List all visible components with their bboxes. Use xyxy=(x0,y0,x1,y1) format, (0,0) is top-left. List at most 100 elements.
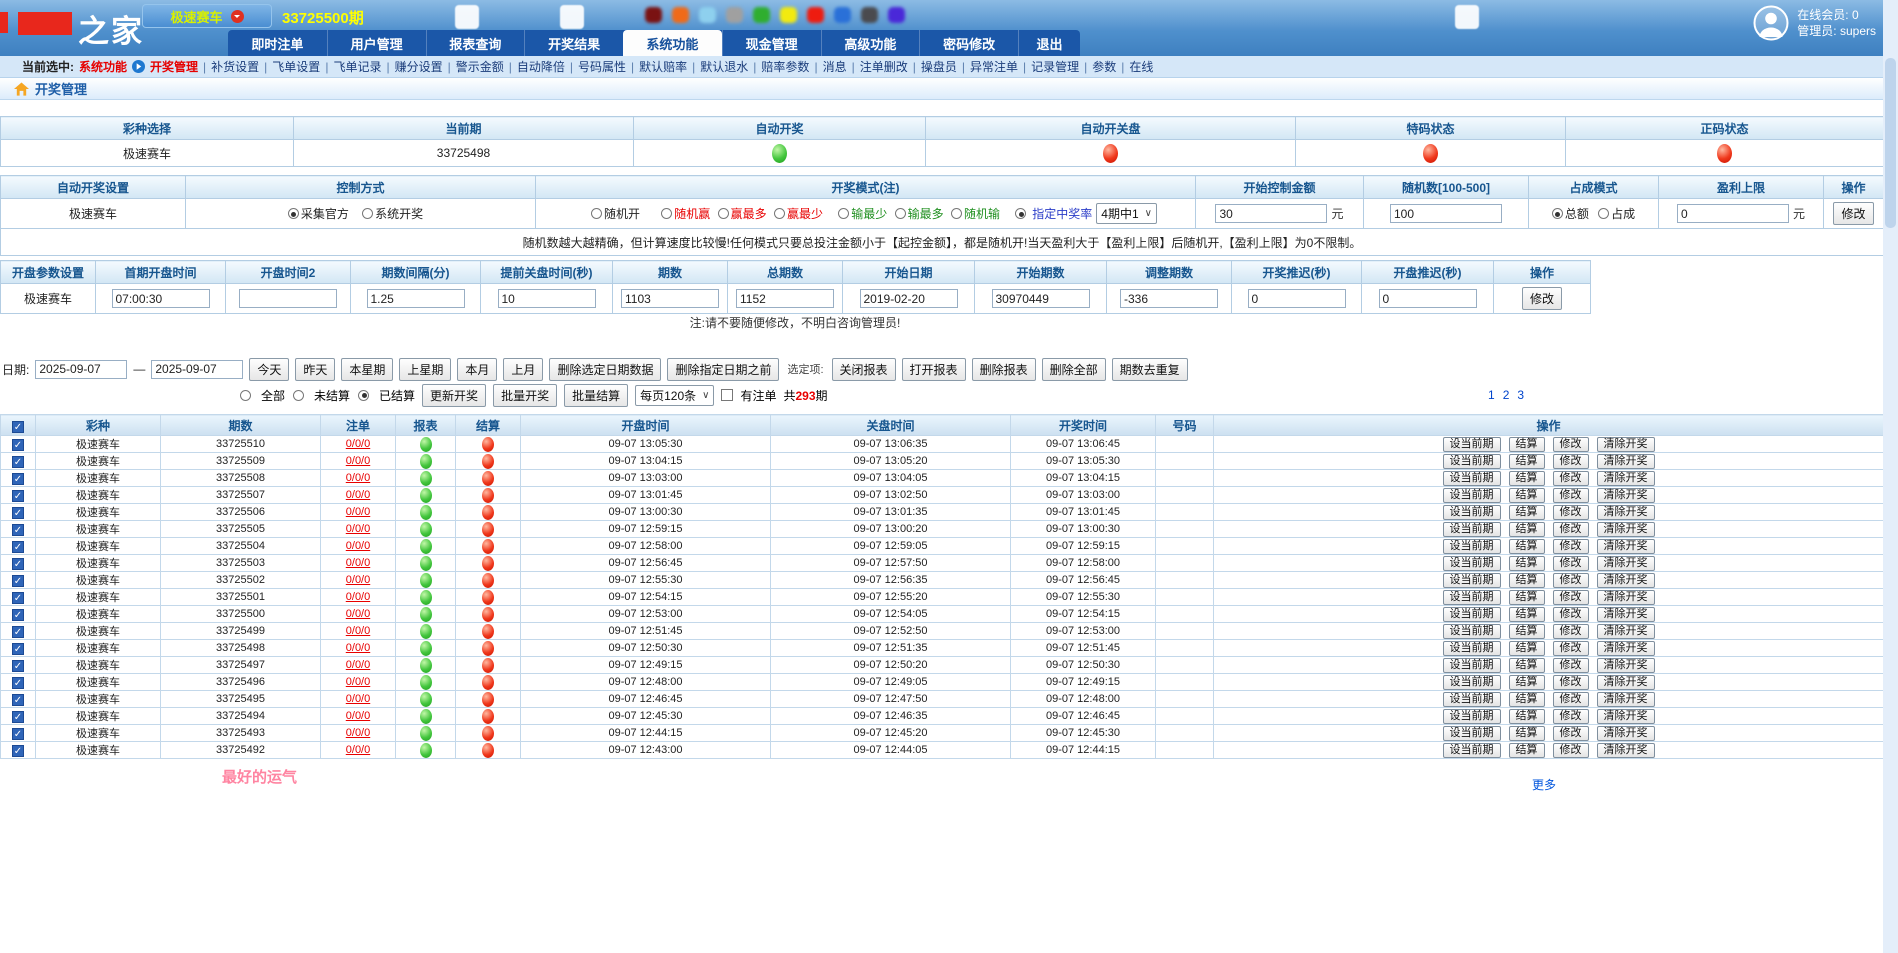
subnav-item[interactable]: 在线 xyxy=(1129,58,1153,75)
settle-status-dot[interactable] xyxy=(482,539,494,554)
radio-system-draw[interactable] xyxy=(362,208,373,219)
row-checkbox[interactable] xyxy=(12,490,24,502)
radio-lose-most[interactable] xyxy=(895,208,906,219)
nav-tab-5[interactable]: 系统功能 xyxy=(623,30,722,56)
row-action-clear-draw-button[interactable]: 清除开奖 xyxy=(1597,505,1655,520)
first-open-time-input[interactable] xyxy=(112,289,210,308)
report-status-dot[interactable] xyxy=(420,658,432,673)
subnav-item[interactable]: 异常注单 xyxy=(970,58,1018,75)
nav-tab-2[interactable]: 用户管理 xyxy=(327,30,426,56)
pre-close-input[interactable] xyxy=(498,289,596,308)
date-to-input[interactable] xyxy=(151,360,243,379)
row-action-modify-button[interactable]: 修改 xyxy=(1553,471,1589,486)
row-action-settle-button[interactable]: 结算 xyxy=(1509,675,1545,690)
report-status-dot[interactable] xyxy=(420,743,432,758)
select-all-checkbox[interactable] xyxy=(12,421,24,433)
date-quick-button-3[interactable]: 本星期 xyxy=(341,358,393,381)
row-checkbox[interactable] xyxy=(12,711,24,723)
row-action-clear-draw-button[interactable]: 清除开奖 xyxy=(1597,488,1655,503)
row-checkbox[interactable] xyxy=(12,694,24,706)
bets-link[interactable]: 0/0/0 xyxy=(346,608,370,620)
row-action-modify-button[interactable]: 修改 xyxy=(1553,539,1589,554)
subnav-item[interactable]: 飞单记录 xyxy=(333,58,381,75)
bets-link[interactable]: 0/0/0 xyxy=(346,557,370,569)
row-action-modify-button[interactable]: 修改 xyxy=(1553,624,1589,639)
more-link[interactable]: 更多 xyxy=(1532,776,1556,793)
row-action-modify-button[interactable]: 修改 xyxy=(1553,726,1589,741)
status-radio-1[interactable] xyxy=(240,390,251,401)
report-action-button-2[interactable]: 打开报表 xyxy=(902,358,966,381)
page-link-1[interactable]: 1 xyxy=(1488,388,1495,402)
draw-delay-input[interactable] xyxy=(1248,289,1346,308)
report-action-button-1[interactable]: 关闭报表 xyxy=(832,358,896,381)
bets-link[interactable]: 0/0/0 xyxy=(346,540,370,552)
row-action-clear-draw-button[interactable]: 清除开奖 xyxy=(1597,726,1655,741)
row-action-settle-button[interactable]: 结算 xyxy=(1509,743,1545,758)
settle-status-dot[interactable] xyxy=(482,505,494,520)
report-status-dot[interactable] xyxy=(420,675,432,690)
row-action-clear-draw-button[interactable]: 清除开奖 xyxy=(1597,743,1655,758)
nav-tab-7[interactable]: 高级功能 xyxy=(821,30,920,56)
row-action-set-current-button[interactable]: 设当前期 xyxy=(1443,624,1501,639)
open-time2-input[interactable] xyxy=(239,289,337,308)
bets-link[interactable]: 0/0/0 xyxy=(346,438,370,450)
row-action-modify-button[interactable]: 修改 xyxy=(1553,692,1589,707)
bets-link[interactable]: 0/0/0 xyxy=(346,625,370,637)
page-link-3[interactable]: 3 xyxy=(1517,388,1524,402)
report-status-dot[interactable] xyxy=(420,624,432,639)
settle-status-dot[interactable] xyxy=(482,454,494,469)
row-checkbox[interactable] xyxy=(12,558,24,570)
row-action-set-current-button[interactable]: 设当前期 xyxy=(1443,692,1501,707)
row-action-clear-draw-button[interactable]: 清除开奖 xyxy=(1597,607,1655,622)
row-action-clear-draw-button[interactable]: 清除开奖 xyxy=(1597,454,1655,469)
row-checkbox[interactable] xyxy=(12,456,24,468)
subnav-item[interactable]: 默认赔率 xyxy=(639,58,687,75)
row-action-settle-button[interactable]: 结算 xyxy=(1509,624,1545,639)
settle-status-dot[interactable] xyxy=(482,573,494,588)
adjust-periods-input[interactable] xyxy=(1120,289,1218,308)
report-status-dot[interactable] xyxy=(420,488,432,503)
row-action-settle-button[interactable]: 结算 xyxy=(1509,556,1545,571)
settle-status-dot[interactable] xyxy=(482,556,494,571)
row-action-set-current-button[interactable]: 设当前期 xyxy=(1443,573,1501,588)
row-action-set-current-button[interactable]: 设当前期 xyxy=(1443,641,1501,656)
bets-link[interactable]: 0/0/0 xyxy=(346,744,370,756)
start-period-input[interactable] xyxy=(992,289,1090,308)
row-action-set-current-button[interactable]: 设当前期 xyxy=(1443,471,1501,486)
special-code-status-dot[interactable] xyxy=(1423,144,1438,163)
settle-status-dot[interactable] xyxy=(482,437,494,452)
modify-button[interactable]: 修改 xyxy=(1522,287,1562,310)
radio-random-lose[interactable] xyxy=(951,208,962,219)
row-action-clear-draw-button[interactable]: 清除开奖 xyxy=(1597,437,1655,452)
row-action-clear-draw-button[interactable]: 清除开奖 xyxy=(1597,709,1655,724)
row-action-settle-button[interactable]: 结算 xyxy=(1509,641,1545,656)
radio-lose-least[interactable] xyxy=(838,208,849,219)
subnav-item[interactable]: 警示金额 xyxy=(456,58,504,75)
row-action-settle-button[interactable]: 结算 xyxy=(1509,488,1545,503)
row-action-settle-button[interactable]: 结算 xyxy=(1509,709,1545,724)
auto-draw-status-dot[interactable] xyxy=(772,144,787,163)
date-quick-button-5[interactable]: 本月 xyxy=(457,358,497,381)
report-action-button-3[interactable]: 删除报表 xyxy=(972,358,1036,381)
radio-win-least[interactable] xyxy=(774,208,785,219)
radio-share[interactable] xyxy=(1598,208,1609,219)
row-action-set-current-button[interactable]: 设当前期 xyxy=(1443,488,1501,503)
bets-link[interactable]: 0/0/0 xyxy=(346,659,370,671)
radio-collect-official[interactable] xyxy=(288,208,299,219)
page-link-2[interactable]: 2 xyxy=(1503,388,1510,402)
bets-link[interactable]: 0/0/0 xyxy=(346,591,370,603)
row-checkbox[interactable] xyxy=(12,626,24,638)
row-checkbox[interactable] xyxy=(12,473,24,485)
row-action-clear-draw-button[interactable]: 清除开奖 xyxy=(1597,471,1655,486)
report-status-dot[interactable] xyxy=(420,454,432,469)
row-action-set-current-button[interactable]: 设当前期 xyxy=(1443,743,1501,758)
row-action-modify-button[interactable]: 修改 xyxy=(1553,743,1589,758)
modify-button[interactable]: 修改 xyxy=(1833,202,1873,225)
date-quick-button-7[interactable]: 删除选定日期数据 xyxy=(549,358,661,381)
report-status-dot[interactable] xyxy=(420,692,432,707)
date-quick-button-8[interactable]: 删除指定日期之前 xyxy=(667,358,779,381)
row-action-set-current-button[interactable]: 设当前期 xyxy=(1443,590,1501,605)
row-action-settle-button[interactable]: 结算 xyxy=(1509,522,1545,537)
settle-status-dot[interactable] xyxy=(482,624,494,639)
report-status-dot[interactable] xyxy=(420,709,432,724)
